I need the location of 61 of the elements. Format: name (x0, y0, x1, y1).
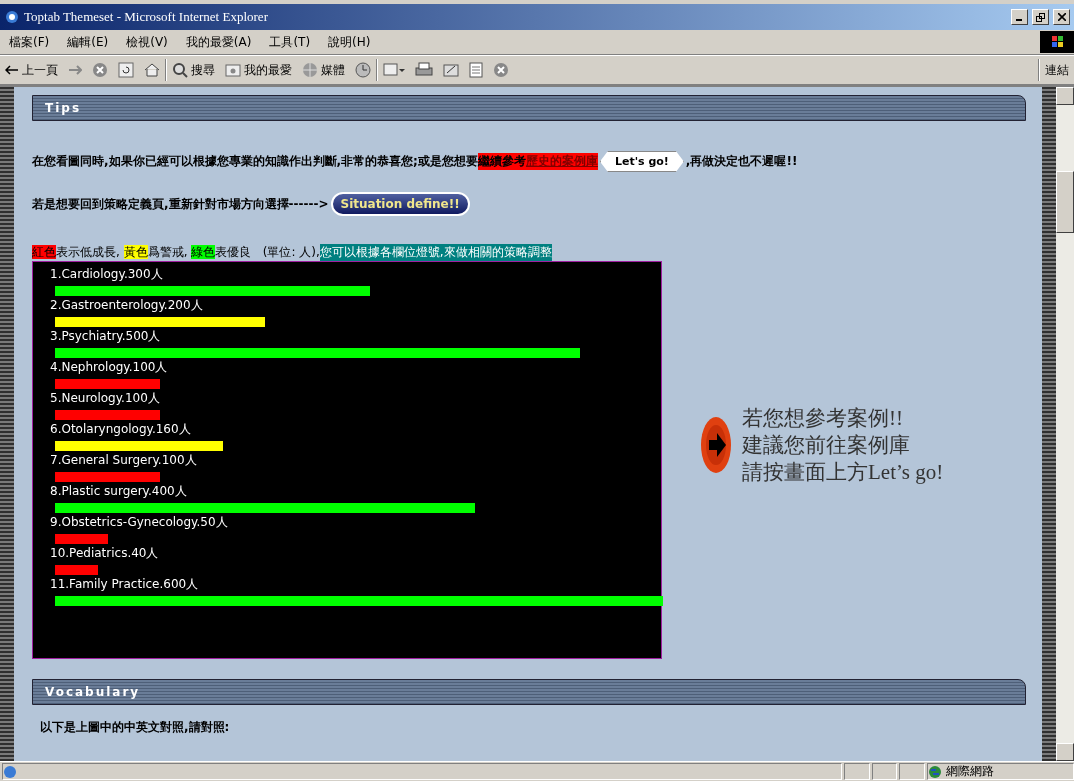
status-pane (871, 763, 898, 780)
arrow-circle-icon (700, 416, 732, 474)
menu-item[interactable]: 檢視(V) (117, 33, 177, 51)
department-label: 3.Psychiatry.500人 (50, 328, 161, 345)
tips-text: ,再做決定也不遲喔!! (685, 153, 798, 170)
department-label: 4.Nephrology.100人 (50, 359, 168, 376)
tips-text: 在您看圖同時,如果你已經可以根據您專業的知識作出判斷,非常的恭喜您;或是您想要 (32, 153, 478, 170)
minimize-button[interactable] (1011, 9, 1028, 25)
close-icon (1057, 13, 1066, 21)
clock-icon (355, 62, 371, 78)
scroll-down-button[interactable] (1056, 743, 1074, 761)
restore-icon (1036, 12, 1045, 22)
close-button[interactable] (1053, 9, 1070, 25)
department-label: 1.Cardiology.300人 (50, 266, 163, 283)
vocabulary-intro: 以下是上圖中的中英文對照,請對照: (40, 719, 230, 736)
section-header: Vocabulary (32, 679, 1026, 705)
toolbar-button[interactable]: 我的最愛 (220, 61, 297, 79)
links-button[interactable]: 連結 (1040, 61, 1074, 79)
back-text: 若是想要回到策略定義頁,重新針對市場方向選擇------> (32, 195, 329, 213)
department-label: 6.Otolaryngology.160人 (50, 421, 191, 438)
lets-go-button[interactable]: Let's go! (599, 151, 684, 172)
department-label: 11.Family Practice.600人 (50, 576, 199, 593)
menu-item[interactable]: 說明(H) (319, 33, 380, 51)
menu-item[interactable]: 檔案(F) (0, 33, 59, 51)
zone-text: 網際網路 (946, 763, 995, 780)
printer-icon (415, 62, 433, 78)
document-icon (469, 62, 483, 78)
legend-note: 您可以根據各欄位燈號,來做相關的策略調整 (319, 244, 552, 261)
department-label: 9.Obstetrics-Gynecology.50人 (50, 514, 228, 531)
department-label: 2.Gastroenterology.200人 (50, 297, 203, 314)
globe-icon (302, 62, 318, 78)
windows-logo-icon (1040, 31, 1074, 53)
section-header: Tips (32, 95, 1026, 121)
menu-item[interactable]: 我的最愛(A) (176, 33, 261, 51)
department-label: 8.Plastic surgery.400人 (50, 483, 187, 500)
department-label: 5.Neurology.100人 (50, 390, 160, 407)
edit-icon (443, 62, 459, 78)
forward-arrow-icon (68, 64, 82, 76)
browser-icon (4, 9, 20, 25)
department-label: 7.General Surgery.100人 (50, 452, 197, 469)
department-label: 10.Pediatrics.40人 (50, 545, 159, 562)
situation-define-button[interactable]: Situation define!! (330, 192, 470, 216)
stop-icon (92, 62, 108, 78)
menu-item[interactable]: 編輯(E) (58, 33, 118, 51)
hint-line: 建議您前往案例庫 (742, 431, 911, 459)
restore-button[interactable] (1032, 9, 1049, 25)
scroll-up-button[interactable] (1056, 87, 1074, 105)
scroll-thumb[interactable] (1056, 171, 1074, 233)
toolbar-button[interactable]: 搜尋 (167, 61, 220, 79)
toolbar-button[interactable]: 上一頁 (0, 61, 63, 79)
window-title: Toptab Themeset - Microsoft Internet Explorer (24, 9, 269, 25)
home-icon (144, 62, 160, 78)
hint-line: 請按畫面上方Let’s go! (742, 458, 944, 486)
page-icon (3, 764, 17, 779)
hint-line: 若您想參考案例!! (742, 404, 904, 432)
globe-icon (928, 764, 943, 779)
refresh-icon (118, 62, 134, 78)
toolbar-button[interactable]: 媒體 (297, 61, 350, 79)
menu-item[interactable]: 工具(T) (260, 33, 320, 51)
back-arrow-icon (5, 64, 19, 76)
search-icon (172, 62, 188, 78)
